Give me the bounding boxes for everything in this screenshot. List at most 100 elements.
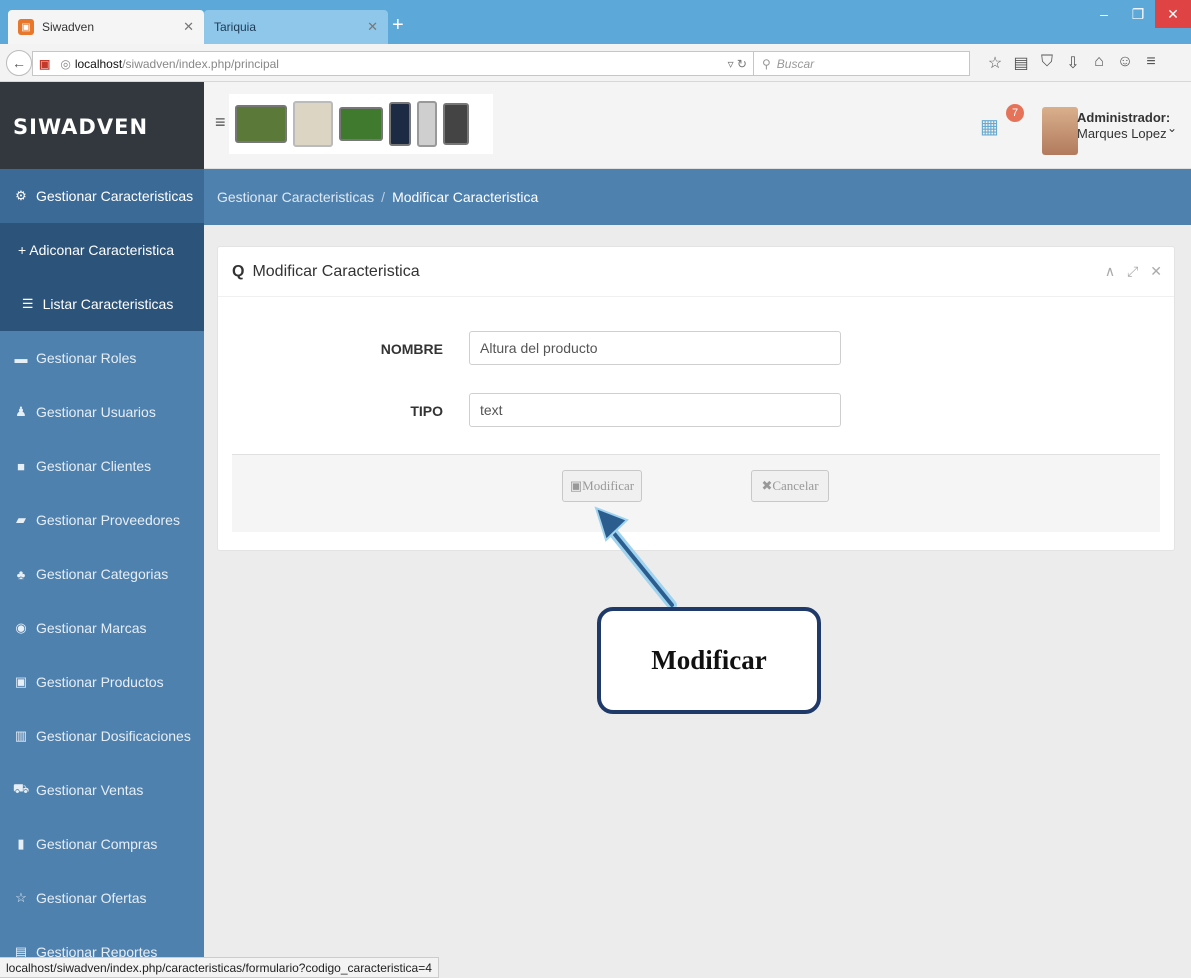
site-favicon-icon: ▣	[18, 19, 34, 35]
sidebar-item-roles[interactable]: ▬ Gestionar Roles	[0, 331, 204, 385]
site-identity-icon[interactable]: ▣	[39, 57, 50, 71]
sidebar-item-label: Listar Caracteristicas	[42, 296, 174, 312]
window-close-icon[interactable]: ✕	[1155, 0, 1191, 28]
sitemap-icon: ♣	[16, 566, 26, 582]
user-menu[interactable]: Administrador: Marques Lopez ⌄	[1077, 110, 1177, 142]
nombre-label: NOMBRE	[380, 341, 443, 357]
sidebar-item-ventas[interactable]: ⛟ Gestionar Ventas	[0, 763, 204, 817]
cancel-button[interactable]: ✖ Cancelar	[751, 470, 829, 502]
tab-tariquia[interactable]: Tariquia ✕	[204, 10, 388, 44]
status-url: localhost/siwadven/index.php/caracterist…	[6, 960, 432, 975]
browser-nav-bar: ← ▣ ◎ localhost /siwadven/index.php/prin…	[0, 44, 1191, 82]
breadcrumb-separator: /	[381, 189, 386, 205]
sidebar-toggle-icon[interactable]: ≡	[215, 112, 226, 133]
pocket-icon[interactable]: ⛉	[1034, 53, 1060, 73]
sidebar-item-label: Gestionar Caracteristicas	[36, 188, 194, 204]
chevron-down-icon[interactable]: ⌄	[1167, 120, 1177, 136]
tab-close-icon[interactable]: ✕	[183, 19, 194, 35]
camera-image	[443, 103, 469, 145]
back-arrow-icon[interactable]: ←	[6, 50, 32, 76]
calculator-icon: ▥	[14, 728, 28, 743]
search-icon: Q	[232, 262, 245, 280]
home-icon[interactable]: ⌂	[1086, 53, 1112, 73]
truck-icon: ▰	[16, 512, 26, 527]
tab-label: Tariquia	[214, 20, 257, 34]
sidebar-item-label: Gestionar Dosificaciones	[36, 728, 191, 744]
cart-icon: ⛟	[12, 781, 30, 796]
sidebar-item-label: Gestionar Clientes	[36, 458, 152, 474]
breadcrumb-parent-link[interactable]: Gestionar Caracteristicas	[217, 189, 374, 205]
avatar[interactable]	[1042, 107, 1078, 155]
sidebar-item-dosificaciones[interactable]: ▥ Gestionar Dosificaciones	[0, 709, 204, 763]
sidebar-item-productos[interactable]: ▣ Gestionar Productos	[0, 655, 204, 709]
notification-badge[interactable]: 7	[1006, 104, 1024, 122]
search-placeholder: Buscar	[776, 56, 815, 71]
brand-title[interactable]: SIWADVEN	[13, 115, 148, 139]
modify-characteristic-panel: Q Modificar Caracteristica ∧ ⤢ ✕ NOMBRE …	[217, 246, 1175, 551]
sidebar-item-label: Gestionar Usuarios	[36, 404, 156, 420]
new-tab-button[interactable]: +	[392, 14, 404, 37]
sidebar-item-listar-caracteristicas[interactable]: ☰ Listar Caracteristicas	[0, 277, 204, 331]
bookmark-star-icon[interactable]: ☆	[982, 53, 1008, 73]
sidebar-item-caracteristicas[interactable]: ⚙ Gestionar Caracteristicas	[0, 169, 204, 223]
download-icon[interactable]: ⇩	[1060, 53, 1086, 73]
tablet-image	[235, 105, 287, 143]
collapse-icon[interactable]: ∧	[1105, 263, 1115, 280]
tab-label: Siwadven	[42, 20, 95, 34]
chat-icon[interactable]: ☺	[1112, 53, 1138, 73]
url-host: localhost	[74, 56, 123, 71]
panel-tools: ∧ ⤢ ✕	[1105, 263, 1162, 280]
form-actions: ▣ Modificar ✖ Cancelar	[232, 454, 1160, 532]
tipo-input[interactable]	[469, 393, 841, 427]
user-role: Administrador:	[1077, 110, 1171, 125]
sidebar-item-compras[interactable]: ▮ Gestionar Compras	[0, 817, 204, 871]
phone-image	[389, 102, 411, 146]
expand-icon[interactable]: ⤢	[1127, 263, 1138, 280]
search-input[interactable]: ⚲ Buscar	[754, 51, 970, 76]
tab-siwadven[interactable]: ▣ Siwadven ✕	[8, 10, 204, 44]
book-icon: ▮	[17, 836, 25, 851]
reload-icon[interactable]: ▿ ↻	[728, 57, 747, 71]
address-bar[interactable]: ▣ ◎ localhost /siwadven/index.php/princi…	[32, 51, 754, 76]
menu-icon[interactable]: ≡	[1138, 53, 1164, 73]
product-banner	[229, 94, 493, 154]
card-icon: ▬	[14, 350, 28, 366]
sidebar-item-ofertas[interactable]: ☆ Gestionar Ofertas	[0, 871, 204, 925]
sidebar-item-proveedores[interactable]: ▰ Gestionar Proveedores	[0, 493, 204, 547]
remote-image	[417, 101, 437, 147]
panel-header: Q Modificar Caracteristica	[218, 247, 1174, 297]
close-icon: ✖	[761, 478, 773, 493]
record-icon: ◉	[15, 620, 27, 635]
modify-button[interactable]: ▣ Modificar	[562, 470, 642, 502]
cancel-button-label: Cancelar	[772, 478, 819, 493]
breadcrumb-current: Modificar Caracteristica	[392, 189, 539, 205]
brand-header: SIWADVEN	[0, 82, 204, 169]
box-icon: ▣	[14, 674, 28, 689]
tipo-label: TIPO	[410, 403, 443, 419]
calendar-icon[interactable]: ▦	[980, 114, 999, 139]
restore-icon[interactable]: ❐	[1121, 0, 1155, 28]
close-icon[interactable]: ✕	[1150, 263, 1162, 280]
sidebar-item-label: Gestionar Compras	[36, 836, 158, 852]
sidebar-item-clientes[interactable]: ■ Gestionar Clientes	[0, 439, 204, 493]
sidebar-item-adicionar-caracteristica[interactable]: + Adiconar Caracteristica	[0, 223, 204, 277]
sidebar: ⚙ Gestionar Caracteristicas + Adiconar C…	[0, 169, 204, 960]
sidebar-item-marcas[interactable]: ◉ Gestionar Marcas	[0, 601, 204, 655]
sidebar-item-label: + Adiconar Caracteristica	[17, 242, 175, 258]
sidebar-item-categorias[interactable]: ♣ Gestionar Categorias	[0, 547, 204, 601]
panel-title: Modificar Caracteristica	[252, 262, 420, 280]
toolbar-icons: ☆ ▤ ⛉ ⇩ ⌂ ☺ ≡	[982, 53, 1164, 73]
tab-close-icon[interactable]: ✕	[367, 19, 378, 35]
search-icon: ⚲	[762, 56, 771, 71]
sidebar-item-usuarios[interactable]: ♟ Gestionar Usuarios	[0, 385, 204, 439]
browser-tab-bar: ▣ Siwadven ✕ Tariquia ✕ + – ❐ ✕	[0, 0, 1191, 44]
minimize-icon[interactable]: –	[1087, 0, 1121, 28]
modify-button-label: Modificar	[582, 478, 635, 493]
sidebar-item-label: Gestionar Marcas	[36, 620, 147, 636]
sidebar-item-label: Gestionar Ventas	[36, 782, 144, 798]
briefcase-icon: ■	[17, 458, 25, 474]
annotation-callout: Modificar	[597, 607, 821, 714]
reading-list-icon[interactable]: ▤	[1008, 53, 1034, 73]
sidebar-item-label: Gestionar Productos	[36, 674, 164, 690]
nombre-input[interactable]	[469, 331, 841, 365]
